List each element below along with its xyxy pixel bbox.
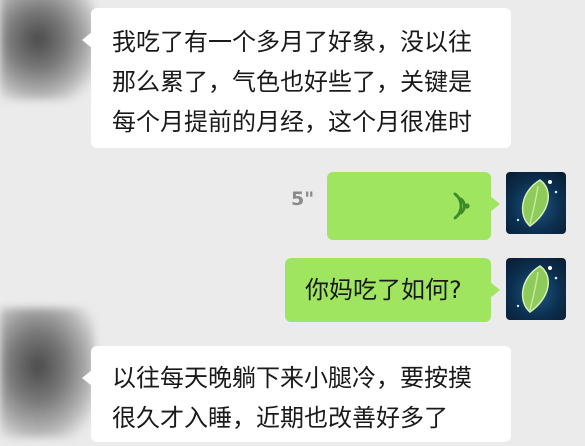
bubble-tail (490, 282, 500, 298)
message-line: 每个月提前的月经，这个月很准时 (112, 108, 472, 136)
contact-avatar[interactable] (0, 0, 95, 100)
voice-duration: 5" (291, 188, 315, 210)
message-line: 很久才入睡，近期也改善好多了 (112, 404, 448, 432)
bubble-tail (490, 196, 500, 212)
my-avatar[interactable] (506, 258, 566, 320)
message-line: 那么累了，气色也好些了，关键是 (112, 68, 472, 96)
leaf-gem-icon (516, 265, 558, 313)
incoming-message-bubble[interactable]: 以往每天晚躺下来小腿冷，要按摸 很久才入睡，近期也改善好多了 (82, 346, 511, 442)
message-line: 你妈吃了如何? (305, 276, 462, 304)
voice-wave-icon (453, 192, 470, 220)
my-avatar[interactable] (506, 172, 566, 234)
voice-message-bubble[interactable] (327, 172, 500, 240)
bubble-tail (82, 370, 92, 386)
message-line: 我吃了有一个多月了好象，没以往 (112, 28, 472, 56)
outgoing-message-bubble[interactable]: 你妈吃了如何? (285, 258, 500, 322)
leaf-gem-icon (516, 179, 558, 227)
incoming-message-bubble[interactable]: 我吃了有一个多月了好象，没以往 那么累了，气色也好些了，关键是 每个月提前的月经… (82, 8, 511, 148)
bubble-tail (82, 32, 92, 48)
message-line: 以往每天晚躺下来小腿冷，要按摸 (112, 364, 472, 392)
contact-avatar[interactable] (0, 308, 95, 438)
